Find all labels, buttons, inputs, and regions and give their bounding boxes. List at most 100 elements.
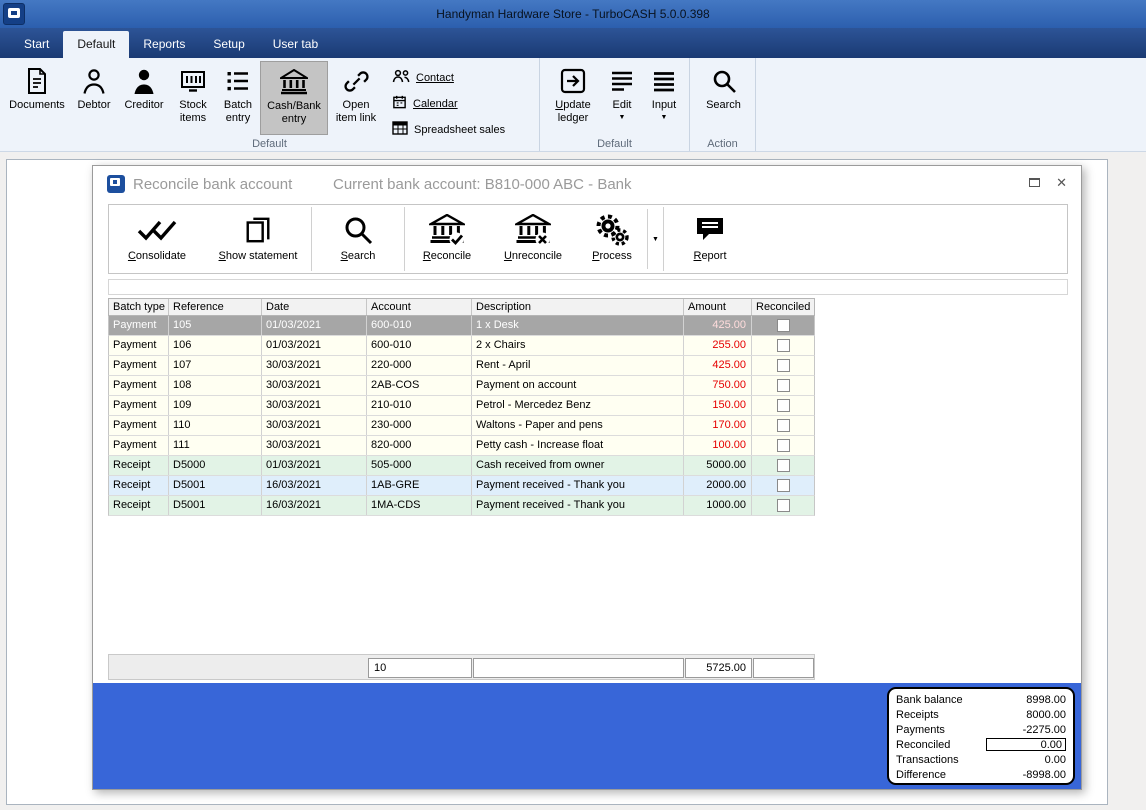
cell-reconciled	[752, 336, 814, 355]
cash-bank-entry-button[interactable]: Cash/Bank entry	[260, 61, 328, 135]
header-reconciled[interactable]: Reconciled	[752, 299, 814, 315]
open-item-link-button[interactable]: Open item link	[328, 61, 384, 135]
report-button[interactable]: Report	[664, 205, 756, 273]
reconciled-checkbox[interactable]	[776, 459, 790, 472]
header-date[interactable]: Date	[262, 299, 367, 315]
chevron-down-icon: ▼	[660, 114, 668, 121]
cell-reconciled	[752, 416, 814, 435]
summary-label: Bank balance	[896, 693, 963, 706]
tab-start[interactable]: Start	[10, 31, 63, 58]
ribbon-group-action: Search Action	[690, 58, 756, 151]
header-reference[interactable]: Reference	[169, 299, 262, 315]
show-statement-button[interactable]: Show statement	[205, 205, 311, 273]
tab-default[interactable]: Default	[63, 31, 130, 58]
footer-description-field[interactable]	[473, 658, 684, 678]
summary-row: Reconciled 0.00	[896, 737, 1066, 752]
reconciled-checkbox[interactable]	[776, 399, 790, 412]
table-row[interactable]: Payment 109 30/03/2021 210-010 Petrol - …	[108, 396, 815, 416]
reconciled-checkbox[interactable]	[776, 499, 790, 512]
footer-total-field[interactable]	[685, 658, 752, 678]
ribbon-tabstrip: Start Default Reports Setup User tab	[0, 28, 1146, 58]
edit-label: Edit	[612, 99, 632, 111]
cell-date: 16/03/2021	[262, 496, 367, 515]
table-row[interactable]: Payment 111 30/03/2021 820-000 Petty cas…	[108, 436, 815, 456]
cell-batch-type: Receipt	[109, 476, 169, 495]
consolidate-button[interactable]: Consolidate	[109, 205, 205, 273]
table-footer	[108, 654, 815, 680]
creditor-button[interactable]: Creditor	[118, 61, 170, 135]
show-statement-label: Show statement	[218, 250, 298, 262]
close-icon[interactable]: ✕	[1056, 176, 1067, 189]
table-row[interactable]: Payment 107 30/03/2021 220-000 Rent - Ap…	[108, 356, 815, 376]
ribbon-group2-caption: Default	[597, 138, 632, 150]
update-ledger-button[interactable]: Update ledger	[544, 61, 602, 135]
reconciled-checkbox[interactable]	[776, 479, 790, 492]
dialog-toolbar: Consolidate Show statement Search Reconc…	[108, 204, 1068, 274]
reconciled-checkbox[interactable]	[776, 379, 790, 392]
table-row[interactable]: Receipt D5001 16/03/2021 1MA-CDS Payment…	[108, 496, 815, 516]
cell-account: 2AB-COS	[367, 376, 472, 395]
cell-date: 30/03/2021	[262, 356, 367, 375]
bank-icon	[280, 66, 308, 98]
header-amount[interactable]: Amount	[684, 299, 752, 315]
summary-row: Bank balance 8998.00	[896, 692, 1066, 707]
batch-entry-label: Batch entry	[223, 99, 253, 124]
cell-reconciled	[752, 476, 814, 495]
summary-value: 8000.00	[1026, 708, 1066, 721]
table-row[interactable]: Payment 106 01/03/2021 600-010 2 x Chair…	[108, 336, 815, 356]
header-account[interactable]: Account	[367, 299, 472, 315]
table-row[interactable]: Payment 110 30/03/2021 230-000 Waltons -…	[108, 416, 815, 436]
search-icon	[711, 65, 737, 97]
debtor-button[interactable]: Debtor	[70, 61, 118, 135]
cell-description: Payment received - Thank you	[472, 476, 684, 495]
summary-row: Transactions 0.00	[896, 752, 1066, 767]
unreconcile-button[interactable]: Unreconcile	[489, 205, 577, 273]
gears-icon	[595, 210, 629, 250]
reconciled-checkbox[interactable]	[776, 419, 790, 432]
input-button[interactable]: Input ▼	[642, 61, 686, 135]
reconciled-checkbox[interactable]	[776, 339, 790, 352]
balance-summary-box: Bank balance 8998.00 Receipts 8000.00 Pa…	[887, 687, 1075, 785]
tab-setup[interactable]: Setup	[199, 31, 258, 58]
table-row[interactable]: Receipt D5001 16/03/2021 1AB-GRE Payment…	[108, 476, 815, 496]
ribbon-group3-caption: Action	[707, 138, 738, 150]
table-row[interactable]: Payment 108 30/03/2021 2AB-COS Payment o…	[108, 376, 815, 396]
footer-count-field[interactable]	[368, 658, 472, 678]
documents-label: Documents	[9, 99, 65, 111]
stock-items-button[interactable]: Stock items	[170, 61, 216, 135]
cell-reference: 108	[169, 376, 262, 395]
process-button[interactable]: Process	[577, 205, 647, 273]
footer-reconciled-field[interactable]	[753, 658, 814, 678]
tab-reports[interactable]: Reports	[129, 31, 199, 58]
cell-amount: 255.00	[684, 336, 752, 355]
header-batch-type[interactable]: Batch type	[109, 299, 169, 315]
edit-button[interactable]: Edit ▼	[602, 61, 642, 135]
calendar-link[interactable]: Calendar	[392, 94, 506, 113]
cell-account: 1MA-CDS	[367, 496, 472, 515]
process-dropdown-button[interactable]: ▼	[647, 209, 663, 269]
contact-link[interactable]: Contact	[392, 69, 506, 86]
dialog-title: Reconcile bank account	[133, 176, 293, 193]
reconciled-checkbox[interactable]	[776, 439, 790, 452]
reconcile-button[interactable]: Reconcile	[405, 205, 489, 273]
batch-entry-button[interactable]: Batch entry	[216, 61, 260, 135]
documents-button[interactable]: Documents	[4, 61, 70, 135]
spreadsheet-sales-link[interactable]: Spreadsheet sales	[392, 121, 506, 138]
table-row[interactable]: Receipt D5000 01/03/2021 505-000 Cash re…	[108, 456, 815, 476]
reconciled-checkbox[interactable]	[776, 319, 790, 332]
chevron-down-icon: ▼	[618, 114, 626, 121]
summary-value: 8998.00	[1026, 693, 1066, 706]
reconciled-checkbox[interactable]	[776, 359, 790, 372]
stock-items-label: Stock items	[179, 99, 207, 124]
reconcile-label: Reconcile	[422, 250, 472, 262]
restore-icon[interactable]	[1029, 178, 1041, 187]
dialog-search-button[interactable]: Search	[312, 205, 404, 273]
report-label: Report	[693, 250, 727, 262]
tab-user-tab[interactable]: User tab	[259, 31, 332, 58]
ribbon-search-button[interactable]: Search	[694, 61, 753, 135]
header-description[interactable]: Description	[472, 299, 684, 315]
spreadsheet-grid-icon	[392, 121, 408, 138]
cell-reference: 105	[169, 316, 262, 335]
cell-date: 01/03/2021	[262, 336, 367, 355]
table-row[interactable]: Payment 105 01/03/2021 600-010 1 x Desk …	[108, 316, 815, 336]
